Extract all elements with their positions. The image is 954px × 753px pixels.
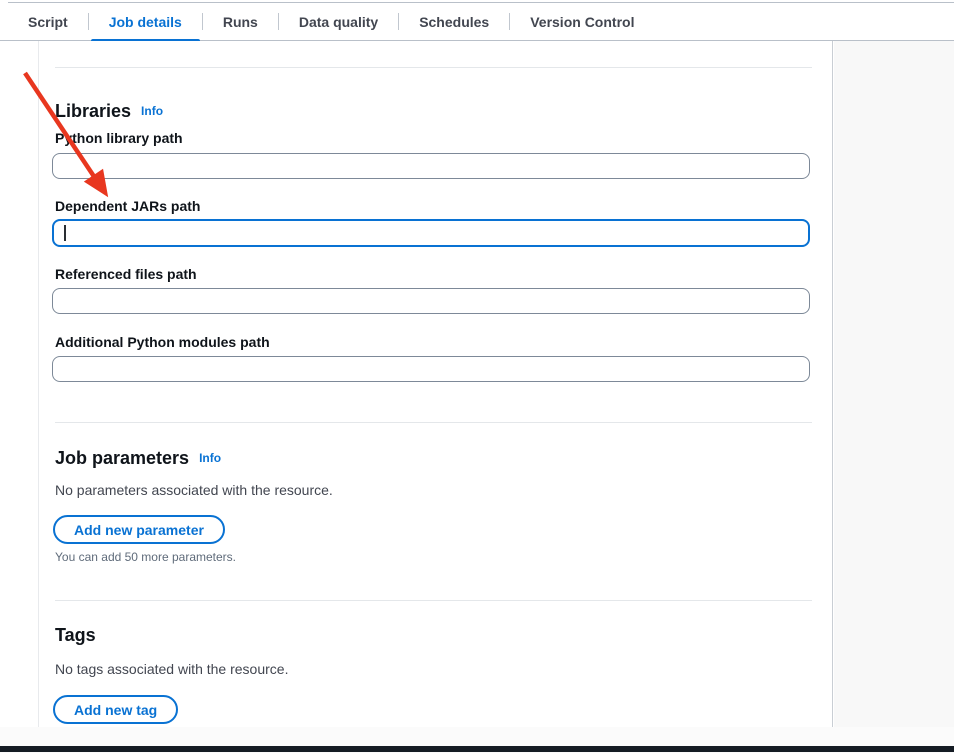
section-divider <box>55 67 812 68</box>
add-new-tag-button[interactable]: Add new tag <box>53 695 178 724</box>
tab-data-quality[interactable]: Data quality <box>279 3 398 40</box>
python-library-path-input[interactable] <box>52 153 810 179</box>
tab-version-control[interactable]: Version Control <box>510 3 654 40</box>
libraries-heading: LibrariesInfo <box>55 101 163 122</box>
referenced-files-path-label: Referenced files path <box>55 266 197 282</box>
additional-python-modules-path-input[interactable] <box>52 356 810 382</box>
job-parameters-heading: Job parametersInfo <box>55 448 221 469</box>
tags-heading: Tags <box>55 625 96 646</box>
additional-python-modules-path-label: Additional Python modules path <box>55 334 270 350</box>
job-tabs: Script Job details Runs Data quality Sch… <box>0 3 954 41</box>
tab-job-details[interactable]: Job details <box>89 3 202 40</box>
dependent-jars-path-label: Dependent JARs path <box>55 198 200 214</box>
tab-script[interactable]: Script <box>8 3 88 40</box>
section-divider <box>55 600 812 601</box>
libraries-info-link[interactable]: Info <box>141 104 163 118</box>
job-parameters-empty-text: No parameters associated with the resour… <box>55 482 333 498</box>
job-parameters-hint-text: You can add 50 more parameters. <box>55 550 236 564</box>
add-new-parameter-button[interactable]: Add new parameter <box>53 515 225 544</box>
dependent-jars-path-input[interactable] <box>52 219 810 247</box>
page-background-gutter <box>834 41 954 727</box>
text-cursor <box>64 225 66 241</box>
referenced-files-path-input[interactable] <box>52 288 810 314</box>
tags-empty-text: No tags associated with the resource. <box>55 661 288 677</box>
job-parameters-info-link[interactable]: Info <box>199 451 221 465</box>
tab-schedules[interactable]: Schedules <box>399 3 509 40</box>
job-details-panel: LibrariesInfo Python library path Depend… <box>38 41 833 727</box>
python-library-path-label: Python library path <box>55 130 183 146</box>
section-divider <box>55 422 812 423</box>
tab-runs[interactable]: Runs <box>203 3 278 40</box>
footer-bar <box>0 746 954 752</box>
